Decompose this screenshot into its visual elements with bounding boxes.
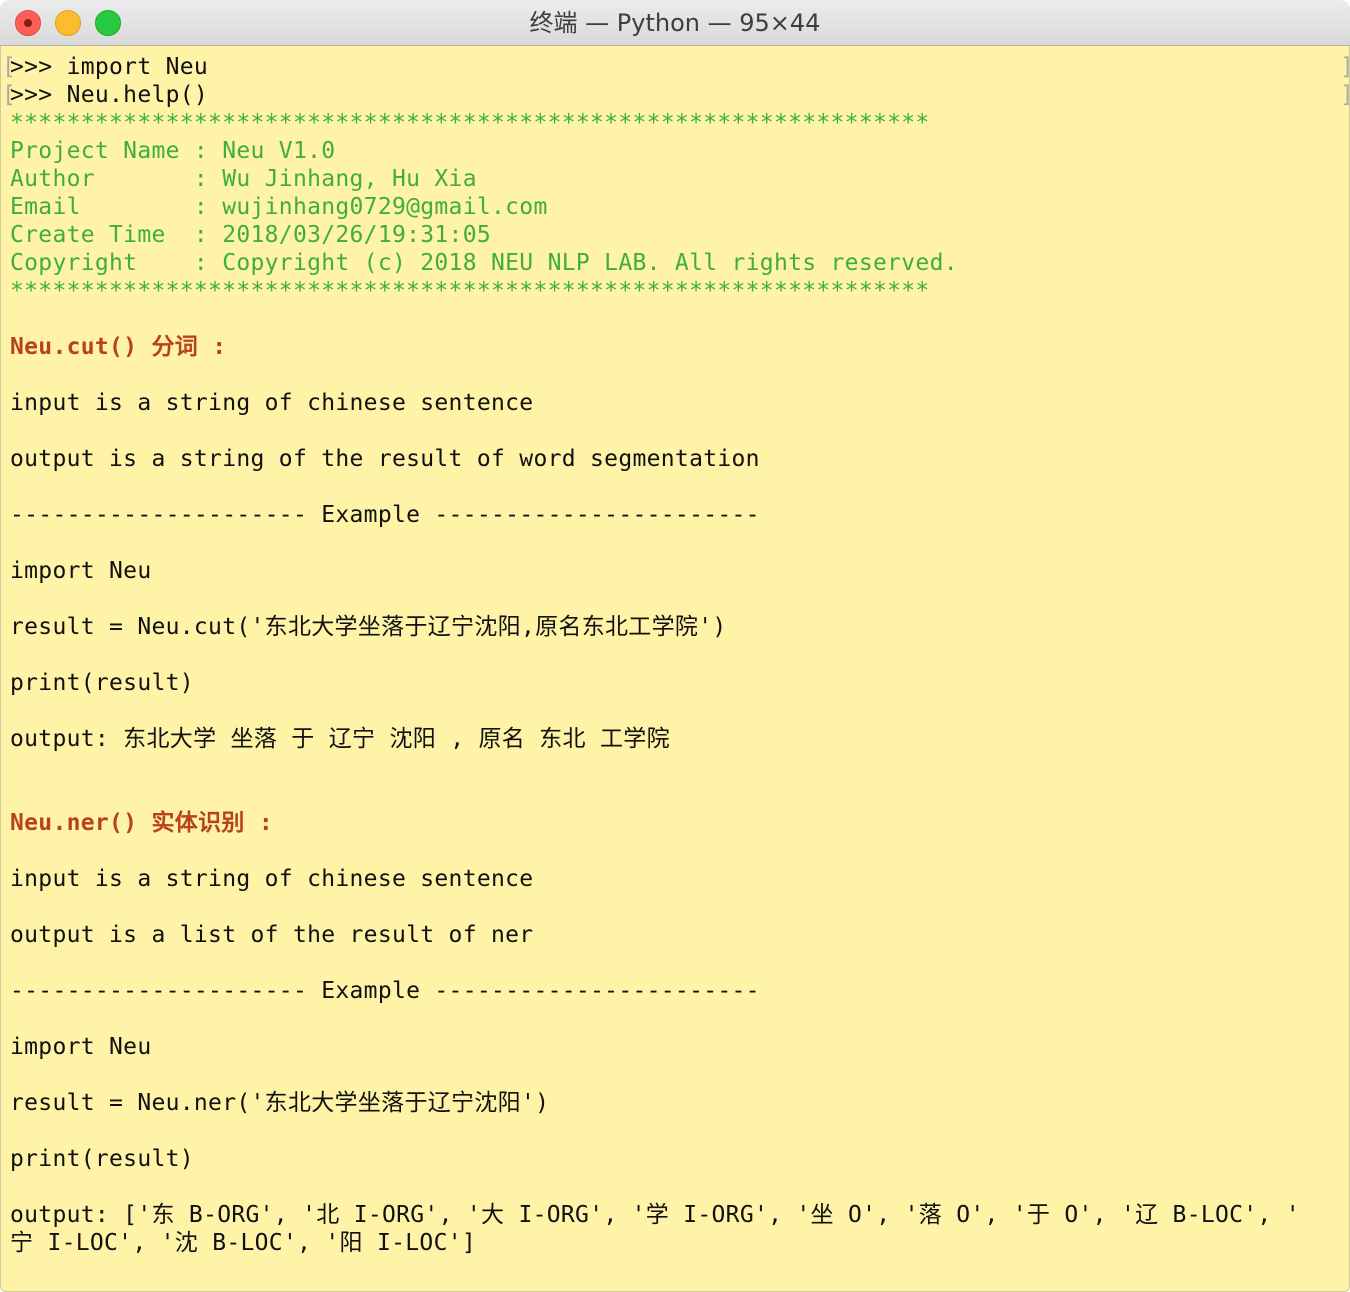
terminal-line: print(result) (10, 1145, 1350, 1173)
terminal-line-text: Copyright : Copyright (c) 2018 NEU NLP L… (10, 250, 958, 276)
terminal-line: import Neu (10, 557, 1350, 585)
terminal-line: >>> Neu.help()[] (2, 81, 1350, 109)
terminal-line: Author : Wu Jinhang, Hu Xia (10, 165, 1350, 193)
terminal-line-text: output: ['东 B-ORG', '北 I-ORG', '大 I-ORG'… (10, 1202, 1300, 1228)
terminal-line-text: output is a string of the result of word… (10, 446, 760, 472)
terminal-line: >>> import Neu[] (2, 53, 1350, 81)
terminal-line: result = Neu.cut('东北大学坐落于辽宁沈阳,原名东北工学院') (10, 613, 1350, 641)
terminal-line: Copyright : Copyright (c) 2018 NEU NLP L… (10, 249, 1350, 277)
terminal-line-text: 宁 I-LOC', '沈 B-LOC', '阳 I-LOC'] (10, 1230, 477, 1256)
terminal-line-text: Neu.cut() 分词 : (10, 334, 227, 360)
terminal-line: output is a string of the result of word… (10, 445, 1350, 473)
terminal-line-text: print(result) (10, 1146, 194, 1172)
prompt-marker-right: ] (1340, 81, 1350, 109)
terminal-line: Create Time : 2018/03/26/19:31:05 (10, 221, 1350, 249)
terminal-line-text: input is a string of chinese sentence (10, 866, 534, 892)
terminal-line: --------------------- Example ----------… (10, 501, 1350, 529)
terminal-line-text: Email : wujinhang0729@gmail.com (10, 194, 548, 220)
terminal-line-text: --------------------- Example ----------… (10, 978, 760, 1004)
terminal-line-text: input is a string of chinese sentence (10, 390, 534, 416)
prompt-marker-right: ] (1340, 53, 1350, 81)
terminal-line-text: Create Time : 2018/03/26/19:31:05 (10, 222, 492, 248)
terminal-line: Project Name : Neu V1.0 (10, 137, 1350, 165)
terminal-line-text: import Neu (10, 1034, 152, 1060)
terminal-line: input is a string of chinese sentence (10, 865, 1350, 893)
terminal-line-text: Neu.ner() 实体识别 : (10, 810, 273, 836)
terminal-line: input is a string of chinese sentence (10, 389, 1350, 417)
terminal-line: result = Neu.ner('东北大学坐落于辽宁沈阳') (10, 1089, 1350, 1117)
window-title: 终端 — Python — 95×44 (529, 9, 821, 37)
terminal-line: Neu.cut() 分词 : (10, 333, 1350, 361)
terminal-line: ****************************************… (10, 109, 1350, 137)
terminal-line: Email : wujinhang0729@gmail.com (10, 193, 1350, 221)
terminal-line: output: ['东 B-ORG', '北 I-ORG', '大 I-ORG'… (10, 1201, 1350, 1229)
terminal-line: Neu.ner() 实体识别 : (10, 809, 1350, 837)
terminal-line: import Neu (10, 1033, 1350, 1061)
terminal-line-text: ****************************************… (10, 110, 930, 136)
terminal-line: print(result) (10, 669, 1350, 697)
terminal-line-text: Project Name : Neu V1.0 (10, 138, 336, 164)
terminal-line: output: 东北大学 坐落 于 辽宁 沈阳 , 原名 东北 工学院 (10, 725, 1350, 753)
terminal-line-text: import Neu (10, 558, 152, 584)
terminal-line-text: >>> import Neu (10, 54, 209, 80)
terminal-line-text: output: 东北大学 坐落 于 辽宁 沈阳 , 原名 东北 工学院 (10, 726, 670, 752)
terminal-line-text: ****************************************… (10, 278, 930, 304)
terminal-line-text: print(result) (10, 670, 194, 696)
terminal-line-text: --------------------- Example ----------… (10, 502, 760, 528)
terminal-line: 宁 I-LOC', '沈 B-LOC', '阳 I-LOC'] (10, 1229, 1350, 1257)
terminal-window: 终端 — Python — 95×44 >>> import Neu[]>>> … (0, 0, 1350, 1292)
terminal-line-text: >>> Neu.help() (10, 82, 209, 108)
terminal-line-text: output is a list of the result of ner (10, 922, 534, 948)
terminal-line: output is a list of the result of ner (10, 921, 1350, 949)
terminal-line-text: Author : Wu Jinhang, Hu Xia (10, 166, 477, 192)
prompt-marker-left: [ (2, 54, 17, 80)
terminal-line-text: result = Neu.cut('东北大学坐落于辽宁沈阳,原名东北工学院') (10, 614, 727, 640)
title-bar[interactable]: 终端 — Python — 95×44 (0, 0, 1350, 46)
prompt-marker-left: [ (2, 82, 17, 108)
terminal-line-text: result = Neu.ner('东北大学坐落于辽宁沈阳') (10, 1090, 550, 1116)
terminal-output[interactable]: >>> import Neu[]>>> Neu.help()[]********… (0, 46, 1350, 1257)
terminal-line: --------------------- Example ----------… (10, 977, 1350, 1005)
terminal-line: ****************************************… (10, 277, 1350, 305)
